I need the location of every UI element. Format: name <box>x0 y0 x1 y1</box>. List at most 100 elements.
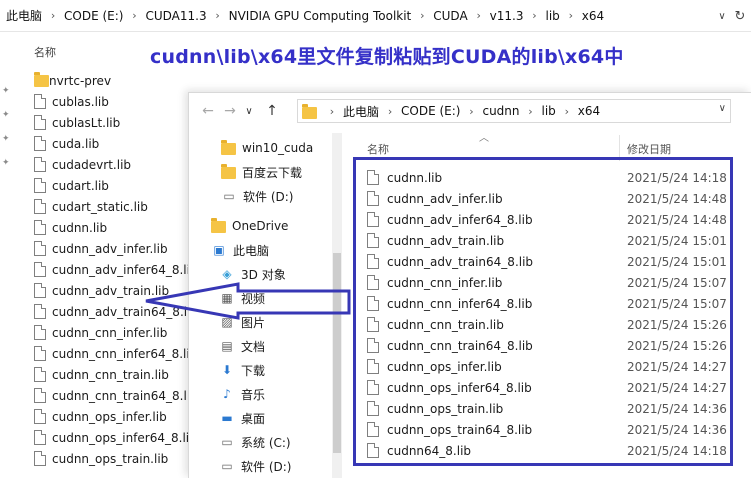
front-crumb-cudnn[interactable]: cudnn <box>482 104 519 118</box>
chevron-right-icon: › <box>387 104 393 118</box>
back-file-row[interactable]: cudnn_adv_train.lib <box>34 280 169 301</box>
back-file-row[interactable]: cudnn_cnn_train64_8.lib <box>34 385 198 406</box>
front-file-row[interactable]: cudnn_cnn_infer.lib 2021/5/24 15:07 <box>365 272 735 293</box>
back-file-row[interactable]: cudnn_adv_infer64_8.lib <box>34 259 198 280</box>
forward-arrow-icon[interactable]: → <box>219 100 241 122</box>
back-file-row[interactable]: cudnn_ops_infer.lib <box>34 406 167 427</box>
pin-icon[interactable]: ✦ <box>2 134 12 144</box>
back-arrow-icon[interactable]: ← <box>197 100 219 122</box>
front-file-row[interactable]: cudnn_cnn_train.lib 2021/5/24 15:26 <box>365 314 735 335</box>
pin-icon[interactable]: ✦ <box>2 86 12 96</box>
back-file-name: cudnn_ops_train.lib <box>52 451 169 466</box>
back-crumb-v113[interactable]: v11.3 <box>490 9 524 23</box>
back-file-row[interactable]: cublasLt.lib <box>34 112 120 133</box>
navigation-pane-scrollbar[interactable] <box>332 133 342 478</box>
front-crumb-lib[interactable]: lib <box>542 104 556 118</box>
sidebar-item[interactable]: 百度云下载 <box>221 161 302 183</box>
back-file-row[interactable]: cudart_static.lib <box>34 196 148 217</box>
back-file-row[interactable]: cudart.lib <box>34 175 109 196</box>
front-file-row[interactable]: cudnn_ops_train.lib 2021/5/24 14:36 <box>365 398 735 419</box>
front-explorer-window: ← → ∨ ↑ › 此电脑 › CODE (E:) › cudnn › lib › x6… <box>188 92 751 478</box>
back-column-name-header[interactable]: 名称 <box>34 44 56 60</box>
sidebar-item[interactable]: win10_cuda <box>221 137 313 159</box>
front-file-row[interactable]: cudnn_cnn_infer64_8.lib 2021/5/24 15:07 <box>365 293 735 314</box>
front-address-bar[interactable]: › 此电脑 › CODE (E:) › cudnn › lib › x64 ∨ <box>297 99 731 123</box>
front-file-date: 2021/5/24 14:36 <box>627 422 727 437</box>
drive-icon: ▭ <box>221 459 233 473</box>
back-file-row[interactable]: cudnn_cnn_infer.lib <box>34 322 167 343</box>
pin-icon[interactable]: ✦ <box>2 158 12 168</box>
sidebar-item[interactable]: ◈ 3D 对象 <box>219 263 286 285</box>
refresh-icon[interactable]: ↻ <box>731 7 749 25</box>
file-icon <box>367 317 379 332</box>
front-file-row[interactable]: cudnn_ops_infer.lib 2021/5/24 14:27 <box>365 356 735 377</box>
chevron-down-icon[interactable]: ∨ <box>719 103 726 114</box>
back-crumb-cuda113[interactable]: CUDA11.3 <box>145 9 206 23</box>
back-crumb-x64[interactable]: x64 <box>582 9 604 23</box>
file-icon <box>367 380 379 395</box>
sidebar-item[interactable]: ⬇ 下载 <box>219 359 265 381</box>
front-file-row[interactable]: cudnn_adv_infer64_8.lib 2021/5/24 14:48 <box>365 209 735 230</box>
chevron-right-icon: › <box>329 104 335 118</box>
sidebar-item[interactable]: ▬ 桌面 <box>219 407 265 429</box>
sidebar-item[interactable]: ♪ 音乐 <box>219 383 265 405</box>
sort-ascending-icon: ︿ <box>479 133 489 144</box>
back-file-row[interactable]: cudnn_cnn_train.lib <box>34 364 169 385</box>
back-file-row[interactable]: cublas.lib <box>34 91 109 112</box>
recent-locations-icon[interactable]: ∨ <box>241 100 257 122</box>
back-crumb-lib[interactable]: lib <box>546 9 560 23</box>
sidebar-item[interactable]: ▭ 软件 (D:) <box>219 455 291 477</box>
back-file-row[interactable]: cuda.lib <box>34 133 99 154</box>
pin-icon[interactable]: ✦ <box>2 110 12 120</box>
back-file-row[interactable]: cudadevrt.lib <box>34 154 131 175</box>
sidebar-item-label: 桌面 <box>241 411 266 426</box>
front-crumb-this-pc[interactable]: 此电脑 <box>343 103 379 120</box>
back-file-row[interactable]: cudnn_adv_train64_8.lib <box>34 301 198 322</box>
front-file-row[interactable]: cudnn_cnn_train64_8.lib 2021/5/24 15:26 <box>365 335 735 356</box>
scrollbar-thumb[interactable] <box>333 253 341 453</box>
sidebar-item[interactable]: ▣ 此电脑 <box>211 239 269 261</box>
front-file-name: cudnn_cnn_train64_8.lib <box>387 338 533 353</box>
front-crumb-code-drive[interactable]: CODE (E:) <box>401 104 460 118</box>
sidebar-item[interactable]: ▭ 系统 (C:) <box>219 431 290 453</box>
back-crumb-code-drive[interactable]: CODE (E:) <box>64 9 123 23</box>
back-file-row[interactable]: cudnn_adv_infer.lib <box>34 238 168 259</box>
sidebar-item[interactable]: ▤ 文档 <box>219 335 265 357</box>
file-icon <box>367 170 379 185</box>
sidebar-item[interactable]: ▦ 视频 <box>219 287 265 309</box>
front-file-row[interactable]: cudnn64_8.lib 2021/5/24 14:18 <box>365 440 735 461</box>
front-file-row[interactable]: cudnn.lib 2021/5/24 14:18 <box>365 167 735 188</box>
back-address-bar[interactable]: 此电脑 › CODE (E:) › CUDA11.3 › NVIDIA GPU Com… <box>0 0 751 32</box>
back-file-row[interactable]: cudnn.lib <box>34 217 107 238</box>
column-divider[interactable] <box>619 135 620 161</box>
column-header-name[interactable]: 名称 <box>367 141 389 157</box>
folder-icon <box>221 164 236 179</box>
folder-icon <box>211 218 226 233</box>
sidebar-item-label: 3D 对象 <box>241 267 286 282</box>
back-crumb-toolkit[interactable]: NVIDIA GPU Computing Toolkit <box>229 9 412 23</box>
front-file-row[interactable]: cudnn_adv_infer.lib 2021/5/24 14:48 <box>365 188 735 209</box>
file-icon <box>34 157 46 172</box>
front-file-name: cudnn_adv_infer64_8.lib <box>387 212 533 227</box>
up-arrow-icon[interactable]: ↑ <box>261 100 283 122</box>
front-file-row[interactable]: cudnn_adv_train.lib 2021/5/24 15:01 <box>365 230 735 251</box>
sidebar-item[interactable]: OneDrive <box>211 215 288 237</box>
back-file-row[interactable]: cudnn_ops_infer64_8.lib <box>34 427 197 448</box>
back-file-row[interactable]: cudnn_cnn_infer64_8.lib <box>34 343 197 364</box>
front-file-row[interactable]: cudnn_ops_train64_8.lib 2021/5/24 14:36 <box>365 419 735 440</box>
front-crumb-x64[interactable]: x64 <box>578 104 600 118</box>
chevron-right-icon: › <box>568 9 573 22</box>
file-icon <box>367 212 379 227</box>
column-header-date-modified[interactable]: 修改日期 <box>627 141 671 157</box>
front-file-row[interactable]: cudnn_ops_infer64_8.lib 2021/5/24 14:27 <box>365 377 735 398</box>
file-icon <box>367 422 379 437</box>
chevron-down-icon[interactable]: ∨ <box>715 7 729 25</box>
back-file-row[interactable]: cudnn_ops_train.lib <box>34 448 168 469</box>
sidebar-item[interactable]: ▭ 软件 (D:) <box>221 185 293 207</box>
front-file-name: cudnn_ops_train64_8.lib <box>387 422 533 437</box>
front-file-row[interactable]: cudnn_adv_train64_8.lib 2021/5/24 15:01 <box>365 251 735 272</box>
back-file-row[interactable]: nvrtc-prev <box>34 70 111 91</box>
sidebar-item[interactable]: ▨ 图片 <box>219 311 265 333</box>
back-crumb-cuda[interactable]: CUDA <box>433 9 467 23</box>
back-crumb-this-pc[interactable]: 此电脑 <box>6 7 42 24</box>
